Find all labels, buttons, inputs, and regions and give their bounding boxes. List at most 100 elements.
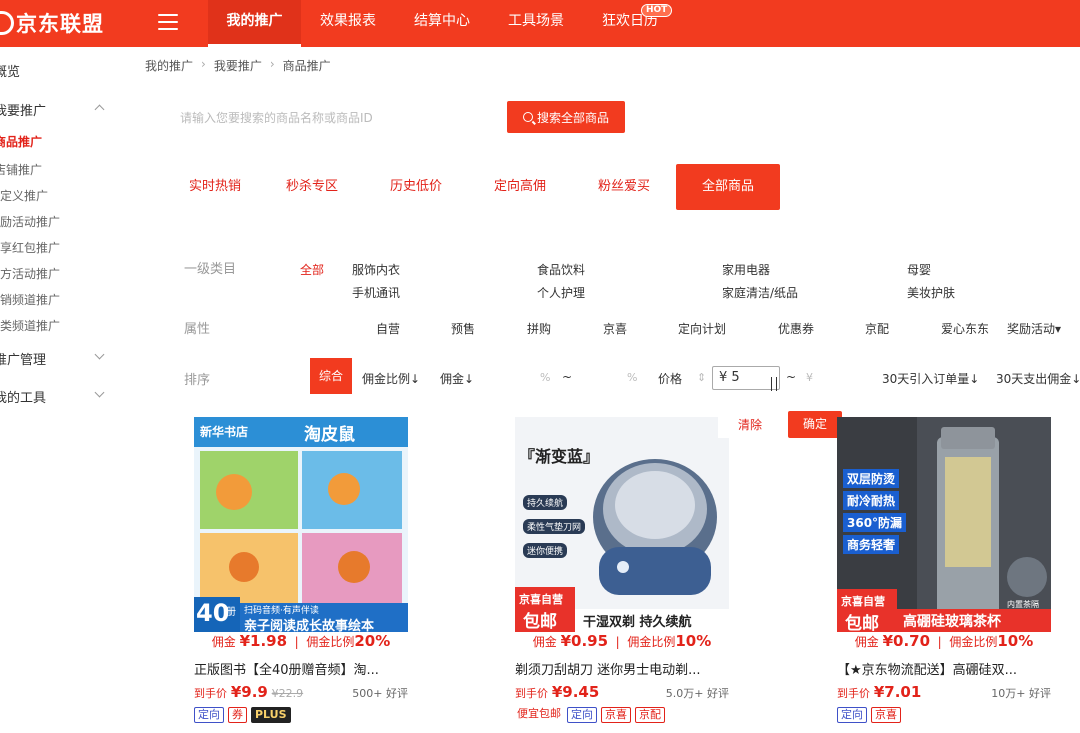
price-min-input[interactable]: ¥ 5 [712,366,780,390]
sidebar-item-official[interactable]: 官方活动推广 [0,265,60,282]
category-appliances[interactable]: 家用电器 [722,261,770,278]
range-tilde: ~ [786,370,797,384]
attr-jingxi[interactable]: 京喜 [603,320,627,337]
sort-arrows-icon[interactable]: ⇕ [697,371,706,384]
breadcrumb-separator: › [269,57,275,71]
review-count: 10万+ 好评 [991,687,1051,700]
search-input[interactable]: 请输入您要搜索的商品名称或商品ID [170,103,500,133]
attr-presale[interactable]: 预售 [451,320,475,337]
price-max-input[interactable]: ¥ [806,371,813,384]
nav-reports[interactable]: 效果报表 [301,0,395,47]
plus-badge: PLUS [251,707,291,723]
sidebar: 概览 我要推广 商品推广 店铺推广 自定义推广 奖励活动推广 分享红包推广 官方… [0,47,115,733]
tab-all-goods[interactable]: 全部商品 [676,164,780,210]
sidebar-tools[interactable]: 我的工具 [0,387,46,406]
breadcrumb-separator: › [201,57,206,71]
attr-group-buy[interactable]: 拼购 [527,320,551,337]
range-tilde: ~ [562,370,573,384]
jd-union-logo[interactable]: 京东联盟 [0,8,104,38]
category-label: 一级类目 [184,262,237,277]
nav-tools[interactable]: 工具场景 [489,0,583,47]
menu-icon[interactable] [158,14,178,30]
category-phones[interactable]: 手机通讯 [352,284,400,301]
sort-30day-commission[interactable]: 30天支出佣金↓ [996,370,1080,387]
category-clothing[interactable]: 服饰内衣 [352,261,400,278]
nav-my-promotion[interactable]: 我的推广 [208,0,301,47]
product-card[interactable]: 『渐变蓝』 持久续航 柔性气垫刀网 迷你便携 京喜自营 包邮 干湿双剃 持久续航 [515,417,729,632]
main-nav: 我的推广 效果报表 结算中心 工具场景 狂欢日历 HOT [208,0,677,47]
product-card[interactable]: 新华书店 淘皮鼠 40 册 扫码音频·有声伴读 亲子阅读成长故事绘本 [194,417,408,632]
category-baby[interactable]: 母婴 [907,261,931,278]
sidebar-item-custom[interactable]: 自定义推广 [0,187,48,204]
breadcrumb-promote[interactable]: 我要推广 [214,57,262,74]
attr-charity[interactable]: 爱心东东 [941,320,989,337]
book-count-unit: 册 [226,607,236,618]
sort-commission-rate[interactable]: 佣金比例↓ [362,370,420,387]
sidebar-item-category[interactable]: 品类频道推广 [0,317,60,334]
brand-label: 淘皮鼠 [304,425,355,445]
price-row: 到手价 ¥9.9 ¥22.9 500+ 好评 [194,683,408,701]
product-title[interactable]: 【★京东物流配送】高硼硅双... [837,659,1051,678]
sort-commission[interactable]: 佣金↓ [440,370,474,387]
nav-settlement[interactable]: 结算中心 [395,0,489,47]
goods-tabs: 实时热销 秒杀专区 历史低价 定向高佣 粉丝爱买 全部商品 [170,164,780,210]
tab-hot-sales[interactable]: 实时热销 [170,164,260,210]
category-personal-care[interactable]: 个人护理 [537,284,585,301]
category-all[interactable]: 全部 [300,261,324,278]
tab-targeted-commission[interactable]: 定向高佣 [468,164,572,210]
sidebar-item-goods[interactable]: 商品推广 [0,133,42,150]
tag: 京喜 [871,707,901,723]
chevron-down-icon[interactable] [94,349,105,360]
sidebar-item-reward[interactable]: 奖励活动推广 [0,213,60,230]
product-title[interactable]: 正版图书【全40册赠音频】淘... [194,659,408,678]
tag: 便宜包邮 [517,707,561,720]
sidebar-item-marketing[interactable]: 营销频道推广 [0,291,60,308]
product-tags: 定向 京喜 [837,707,901,723]
sidebar-promote[interactable]: 我要推广 [0,100,46,119]
sidebar-item-redpacket[interactable]: 分享红包推广 [0,239,60,256]
product-image[interactable]: 『渐变蓝』 持久续航 柔性气垫刀网 迷你便携 京喜自营 包邮 干湿双剃 持久续航 [515,417,729,632]
category-food[interactable]: 食品饮料 [537,261,585,278]
sidebar-manage[interactable]: 推广管理 [0,349,46,368]
category-beauty[interactable]: 美妆护肤 [907,284,955,301]
product-title[interactable]: 剃须刀刮胡刀 迷你男士电动剃... [515,659,729,678]
tab-history-low[interactable]: 历史低价 [364,164,468,210]
price-row: 到手价 ¥9.45 5.0万+ 好评 [515,683,729,701]
clear-price-button[interactable]: 清除 [718,412,782,438]
rate-max-suffix: % [627,371,638,384]
product-price: ¥9.45 [551,683,600,701]
sidebar-item-shop[interactable]: 店铺推广 [0,161,42,178]
category-cleaning[interactable]: 家庭清洁/纸品 [722,284,798,301]
banner-text: 亲子阅读成长故事绘本 [244,619,375,632]
chevron-up-icon[interactable] [94,104,105,115]
breadcrumb: 我的推广 › 我要推广 › 商品推广 [145,57,331,74]
chevron-down-icon[interactable] [94,387,105,398]
tag: 京喜 [601,707,631,723]
attr-reward-activity[interactable]: 奖励活动▾ [1007,320,1061,337]
book-count: 40 [196,599,230,627]
attr-self-operated[interactable]: 自营 [376,320,400,337]
search-all-button[interactable]: 搜索全部商品 [507,101,625,133]
confirm-price-button[interactable]: 确定 [788,411,842,438]
product-image[interactable]: 新华书店 淘皮鼠 40 册 扫码音频·有声伴读 亲子阅读成长故事绘本 [194,417,408,632]
breadcrumb-my-promotion[interactable]: 我的推广 [145,57,193,74]
sort-label: 排序 [184,373,211,388]
attr-targeted-plan[interactable]: 定向计划 [678,320,726,337]
attribute-label: 属性 [184,322,211,337]
product-card[interactable]: 双层防烫 耐冷耐热 360°防漏 商务轻奢 内置茶隔 京喜自营 包邮 高硼硅玻璃… [837,417,1051,632]
review-count: 500+ 好评 [352,687,408,700]
sort-price[interactable]: 价格 [658,370,682,387]
nav-calendar[interactable]: 狂欢日历 HOT [583,0,677,47]
sort-30day-orders[interactable]: 30天引入订单量↓ [882,370,979,387]
headline-label: 『渐变蓝』 [519,447,600,466]
attr-jd-delivery[interactable]: 京配 [865,320,889,337]
feature-label: 耐冷耐热 [843,491,900,510]
product-price: ¥9.9 [230,683,268,701]
sidebar-overview[interactable]: 概览 [0,61,20,80]
tab-flash-sale[interactable]: 秒杀专区 [260,164,364,210]
tab-fans-favorite[interactable]: 粉丝爱买 [572,164,676,210]
product-image[interactable]: 双层防烫 耐冷耐热 360°防漏 商务轻奢 内置茶隔 京喜自营 包邮 高硼硅玻璃… [837,417,1051,632]
sort-comprehensive[interactable]: 综合 [310,358,352,394]
feature-label: 商务轻奢 [843,535,900,554]
attr-coupon[interactable]: 优惠券 [778,320,814,337]
